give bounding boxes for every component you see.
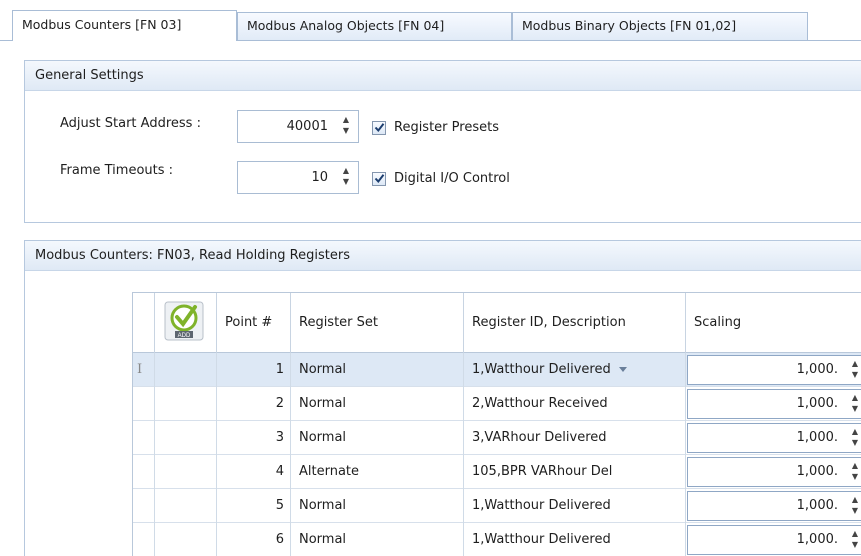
frame-timeouts-spinner[interactable]: 10 ▲ ▼ <box>237 161 359 194</box>
tab-modbus-counters[interactable]: Modbus Counters [FN 03] <box>12 10 237 41</box>
tab-modbus-analog-objects[interactable]: Modbus Analog Objects [FN 04] <box>237 12 512 40</box>
grid-header: ADD Point # Register Set Register ID, De… <box>133 293 861 353</box>
register-presets-label: Register Presets <box>394 120 499 135</box>
spin-arrows-icon[interactable]: ▲ ▼ <box>852 460 858 482</box>
scaling-value: 1,000. <box>796 498 838 513</box>
add-cell <box>155 523 217 556</box>
register-id-cell[interactable]: 2,Watthour Received <box>464 387 686 421</box>
scaling-spinner[interactable]: 1,000. ▲ ▼ <box>687 355 861 385</box>
register-id-cell[interactable]: 105,BPR VARhour Del <box>464 455 686 489</box>
start-address-spinner[interactable]: 40001 ▲ ▼ <box>237 110 359 143</box>
add-column-header[interactable]: ADD <box>155 293 217 353</box>
text-cursor-icon: I <box>137 362 143 377</box>
row-indicator-header <box>133 293 155 353</box>
col-register-id[interactable]: Register ID, Description <box>464 293 686 353</box>
general-settings-group: General Settings <box>24 60 861 223</box>
scaling-value: 1,000. <box>796 464 838 479</box>
register-id-cell[interactable]: 3,VARhour Delivered <box>464 421 686 455</box>
row-indicator <box>133 489 155 523</box>
digital-io-label: Digital I/O Control <box>394 171 510 186</box>
table-row[interactable]: 4 Alternate 105,BPR VARhour Del 1,000. ▲ ▼ <box>133 455 861 489</box>
point-cell[interactable]: 2 <box>217 387 291 421</box>
tab-label: Modbus Analog Objects [FN 04] <box>247 18 445 33</box>
row-indicator <box>133 523 155 556</box>
scaling-value: 1,000. <box>796 532 838 547</box>
register-set-cell[interactable]: Alternate <box>291 455 464 489</box>
register-set-cell[interactable]: Normal <box>291 387 464 421</box>
register-presets-checkbox[interactable]: Register Presets <box>372 120 499 135</box>
table-row[interactable]: 5 Normal 1,Watthour Delivered 1,000. ▲ ▼ <box>133 489 861 523</box>
add-icon-label: ADD <box>178 333 191 339</box>
tab-modbus-binary-objects[interactable]: Modbus Binary Objects [FN 01,02] <box>512 12 808 40</box>
point-cell[interactable]: 5 <box>217 489 291 523</box>
modbus-counters-title: Modbus Counters: FN03, Read Holding Regi… <box>25 241 861 271</box>
general-settings-title: General Settings <box>25 61 861 91</box>
add-cell <box>155 353 217 387</box>
spin-arrows-icon[interactable]: ▲ ▼ <box>852 358 858 380</box>
scaling-value: 1,000. <box>796 396 838 411</box>
add-cell <box>155 421 217 455</box>
point-cell[interactable]: 3 <box>217 421 291 455</box>
table-row[interactable]: 2 Normal 2,Watthour Received 1,000. ▲ ▼ <box>133 387 861 421</box>
digital-io-checkbox[interactable]: Digital I/O Control <box>372 171 510 186</box>
spin-arrows-icon[interactable]: ▲ ▼ <box>852 528 858 550</box>
col-scaling[interactable]: Scaling <box>686 293 861 353</box>
col-register-set[interactable]: Register Set <box>291 293 464 353</box>
frame-timeouts-value: 10 <box>311 170 328 185</box>
scaling-spinner[interactable]: 1,000. ▲ ▼ <box>687 491 861 521</box>
point-cell[interactable]: 4 <box>217 455 291 489</box>
tab-label: Modbus Counters [FN 03] <box>22 17 182 32</box>
registers-grid: ADD Point # Register Set Register ID, De… <box>132 292 861 556</box>
table-row[interactable]: 1 Normal 1,Watthour Delivered I 1,000. ▲ ▼ <box>133 353 861 387</box>
row-indicator <box>133 455 155 489</box>
scaling-spinner[interactable]: 1,000. ▲ ▼ <box>687 389 861 419</box>
tab-strip: Modbus Counters [FN 03] Modbus Analog Ob… <box>0 0 861 41</box>
register-set-cell[interactable]: Normal <box>291 489 464 523</box>
spin-arrows-icon[interactable]: ▲ ▼ <box>340 114 352 136</box>
register-set-cell[interactable]: Normal <box>291 523 464 556</box>
table-row[interactable]: 3 Normal 3,VARhour Delivered 1,000. ▲ ▼ <box>133 421 861 455</box>
scaling-value: 1,000. <box>796 362 838 377</box>
register-set-cell[interactable]: Normal <box>291 353 464 387</box>
point-cell[interactable]: 1 <box>217 353 291 387</box>
table-row[interactable]: 6 Normal 1,Watthour Delivered 1,000. ▲ ▼ <box>133 523 861 556</box>
checkbox-check-icon <box>372 171 386 186</box>
start-address-label: Adjust Start Address : <box>60 116 201 131</box>
scaling-value: 1,000. <box>796 430 838 445</box>
add-cell <box>155 489 217 523</box>
tab-label: Modbus Binary Objects [FN 01,02] <box>522 18 737 33</box>
row-indicator <box>133 387 155 421</box>
register-set-cell[interactable]: Normal <box>291 421 464 455</box>
row-indicator <box>133 421 155 455</box>
scaling-spinner[interactable]: 1,000. ▲ ▼ <box>687 457 861 487</box>
checkbox-check-icon <box>372 120 386 135</box>
point-cell[interactable]: 6 <box>217 523 291 556</box>
add-cell <box>155 455 217 489</box>
dropdown-arrow-icon[interactable] <box>619 367 627 372</box>
spin-arrows-icon[interactable]: ▲ ▼ <box>852 392 858 414</box>
register-id-cell[interactable]: 1,Watthour Delivered <box>464 353 686 387</box>
spin-arrows-icon[interactable]: ▲ ▼ <box>340 165 352 187</box>
spin-arrows-icon[interactable]: ▲ ▼ <box>852 426 858 448</box>
col-point[interactable]: Point # <box>217 293 291 353</box>
register-id-cell[interactable]: 1,Watthour Delivered <box>464 523 686 556</box>
frame-timeouts-label: Frame Timeouts : <box>60 163 174 178</box>
spin-arrows-icon[interactable]: ▲ ▼ <box>852 494 858 516</box>
scaling-spinner[interactable]: 1,000. ▲ ▼ <box>687 525 861 555</box>
add-icon[interactable]: ADD <box>164 301 204 341</box>
start-address-value: 40001 <box>286 119 328 134</box>
register-id-cell[interactable]: 1,Watthour Delivered <box>464 489 686 523</box>
scaling-spinner[interactable]: 1,000. ▲ ▼ <box>687 423 861 453</box>
add-cell <box>155 387 217 421</box>
